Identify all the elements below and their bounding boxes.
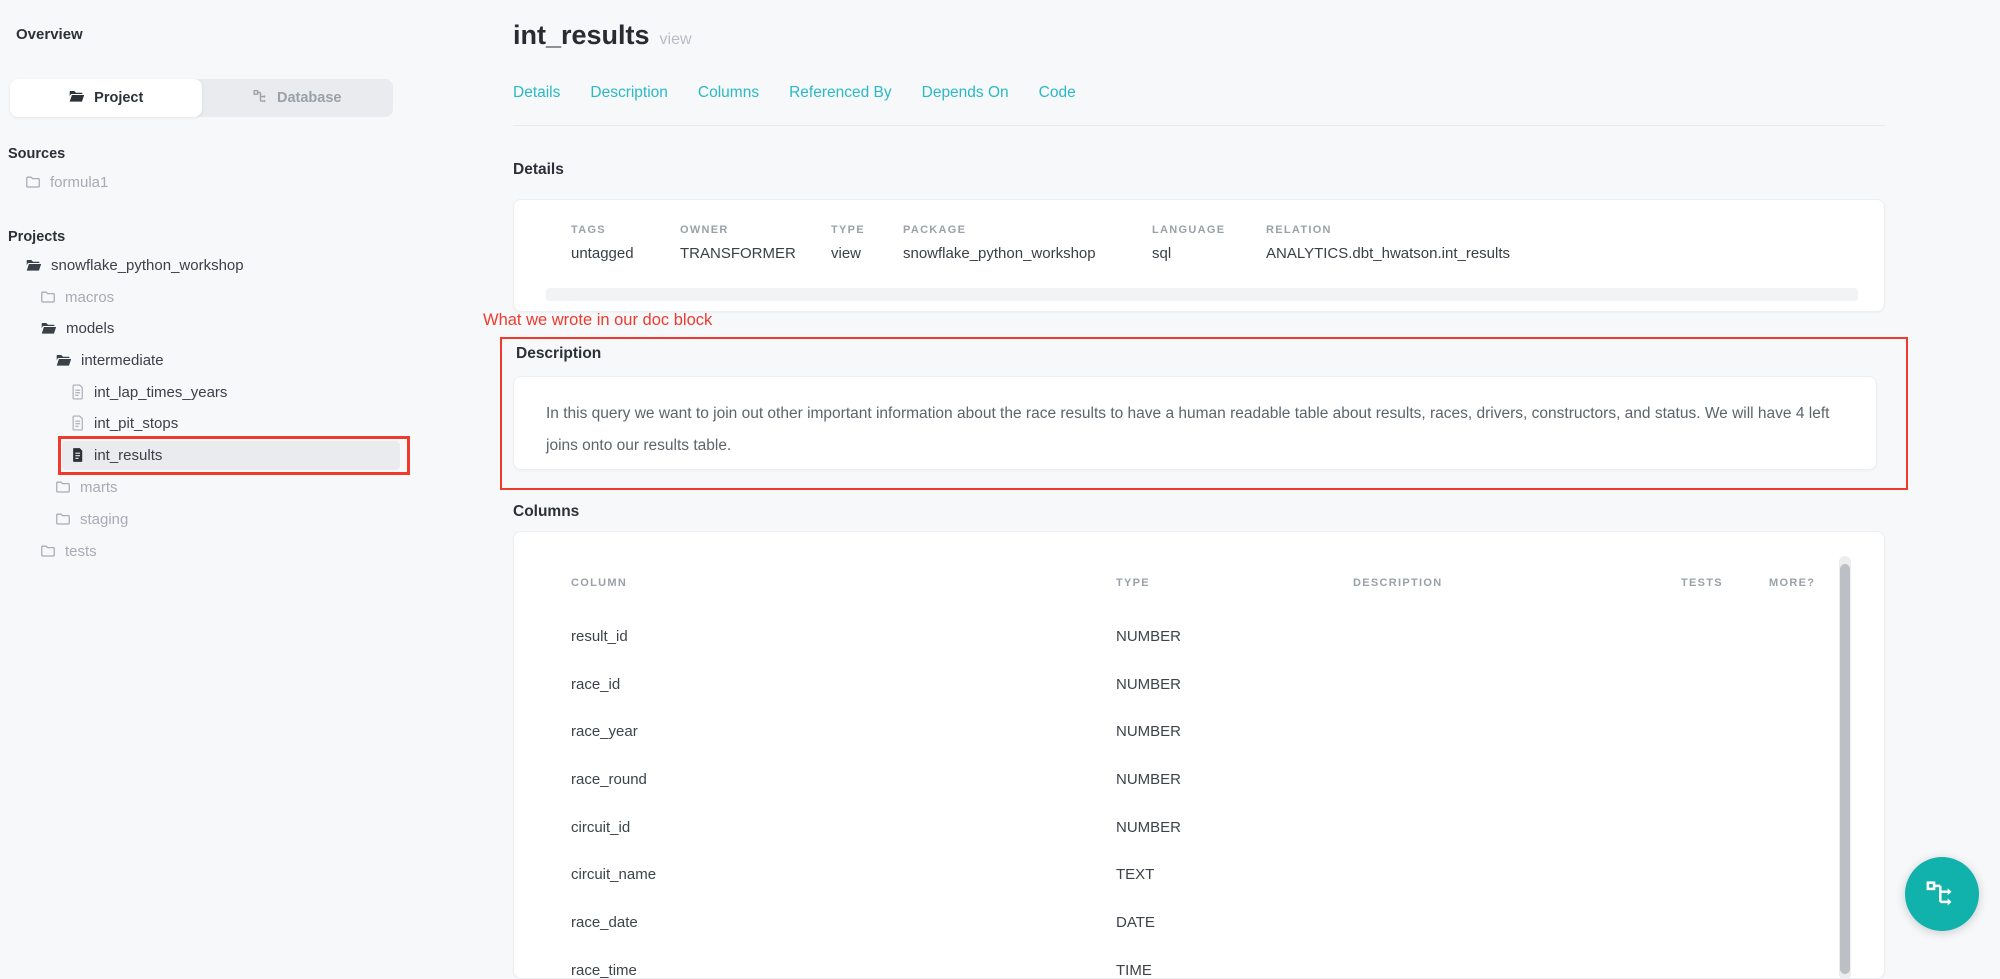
folder-open-icon <box>25 257 42 274</box>
folder-open-icon <box>40 320 57 337</box>
column-header-type: TYPE <box>1116 577 1150 589</box>
projects-section-label: Projects <box>8 229 65 245</box>
tree-item-label: macros <box>65 289 114 306</box>
database-tree-icon <box>253 89 268 108</box>
details-section-heading: Details <box>513 161 564 179</box>
folder-icon <box>55 511 71 527</box>
toggle-project-button[interactable]: Project <box>10 79 202 117</box>
tab-description[interactable]: Description <box>590 84 668 102</box>
file-filled-icon <box>70 447 85 463</box>
folder-icon <box>25 174 41 190</box>
sidebar-item-formula1[interactable]: formula1 <box>25 169 108 195</box>
table-row-column-type: TEXT <box>1116 866 1154 883</box>
table-row-column-name[interactable]: race_round <box>571 771 647 788</box>
table-row-column-type: NUMBER <box>1116 628 1181 645</box>
details-collapsed-strip <box>546 288 1858 301</box>
tab-code[interactable]: Code <box>1039 84 1076 102</box>
file-icon <box>70 384 85 400</box>
table-row-column-name[interactable]: race_id <box>571 676 620 693</box>
tab-bar: Details Description Columns Referenced B… <box>513 84 1076 102</box>
lineage-graph-icon <box>1925 878 1959 910</box>
tree-item-label: int_lap_times_years <box>94 384 227 401</box>
columns-section-heading: Columns <box>513 503 579 521</box>
table-row-column-type: NUMBER <box>1116 771 1181 788</box>
tree-item-label: int_results <box>94 447 162 464</box>
detail-field-language: LANGUAGEsql <box>1152 224 1225 262</box>
detail-field-type: TYPEview <box>831 224 865 262</box>
tree-item-int-pit-stops[interactable]: int_pit_stops <box>70 410 178 436</box>
table-row-column-name[interactable]: circuit_name <box>571 866 656 883</box>
tree-item-label: marts <box>80 479 118 496</box>
details-card: TAGSuntagged OWNERTRANSFORMER TYPEview P… <box>513 199 1885 312</box>
view-toggle: Project Database <box>10 79 393 117</box>
toggle-database-label: Database <box>277 90 341 106</box>
table-row-column-type: NUMBER <box>1116 676 1181 693</box>
tree-item-int-results[interactable]: int_results <box>70 442 162 468</box>
folder-icon <box>40 543 56 559</box>
folder-open-icon <box>68 88 85 109</box>
tree-item-label: tests <box>65 543 97 560</box>
tree-item-models[interactable]: models <box>40 315 114 341</box>
tab-columns[interactable]: Columns <box>698 84 759 102</box>
description-text: In this query we want to join out other … <box>546 398 1846 462</box>
table-row-column-type: NUMBER <box>1116 723 1181 740</box>
tab-divider <box>513 125 1885 126</box>
detail-field-package: PACKAGEsnowflake_python_workshop <box>903 224 1096 262</box>
tab-depends-on[interactable]: Depends On <box>922 84 1009 102</box>
sources-section-label: Sources <box>8 146 65 162</box>
folder-icon <box>55 479 71 495</box>
tree-item-marts[interactable]: marts <box>55 474 118 500</box>
toggle-database-button[interactable]: Database <box>202 79 394 117</box>
tree-item-staging[interactable]: staging <box>55 506 128 532</box>
file-icon <box>70 415 85 431</box>
tree-item-label: staging <box>80 511 128 528</box>
tree-item-label: snowflake_python_workshop <box>51 257 244 274</box>
tree-item-intermediate[interactable]: intermediate <box>55 347 164 373</box>
doc-block-annotation-text: What we wrote in our doc block <box>483 311 712 330</box>
tree-item-label: intermediate <box>81 352 164 369</box>
table-row-column-type: DATE <box>1116 914 1155 931</box>
column-header-description: DESCRIPTION <box>1353 577 1442 589</box>
source-label: formula1 <box>50 174 108 191</box>
table-row-column-name[interactable]: circuit_id <box>571 819 630 836</box>
folder-open-icon <box>55 352 72 369</box>
tree-item-tests[interactable]: tests <box>40 538 97 564</box>
folder-icon <box>40 289 56 305</box>
tree-item-snowflake-python-workshop[interactable]: snowflake_python_workshop <box>25 252 244 278</box>
toggle-project-label: Project <box>94 90 143 106</box>
lineage-graph-button[interactable] <box>1905 857 1979 931</box>
detail-field-owner: OWNERTRANSFORMER <box>680 224 796 262</box>
table-row-column-name[interactable]: result_id <box>571 628 628 645</box>
overview-link[interactable]: Overview <box>16 26 83 43</box>
tree-item-label: models <box>66 320 114 337</box>
page-title: int_resultsview <box>513 20 692 51</box>
column-header-tests: TESTS <box>1681 577 1723 589</box>
tree-item-macros[interactable]: macros <box>40 284 114 310</box>
tab-referenced-by[interactable]: Referenced By <box>789 84 892 102</box>
table-row-column-name[interactable]: race_date <box>571 914 638 931</box>
model-type-subtitle: view <box>660 31 692 48</box>
description-section-heading: Description <box>516 345 601 363</box>
table-row-column-name[interactable]: race_time <box>571 962 637 979</box>
table-scrollbar-track[interactable] <box>1839 556 1851 979</box>
detail-field-relation: RELATIONANALYTICS.dbt_hwatson.int_result… <box>1266 224 1510 262</box>
tab-details[interactable]: Details <box>513 84 560 102</box>
tree-item-int-lap-times-years[interactable]: int_lap_times_years <box>70 379 227 405</box>
column-header-more: MORE? <box>1769 577 1815 589</box>
table-scrollbar-thumb[interactable] <box>1840 564 1850 974</box>
columns-table: COLUMN TYPE DESCRIPTION TESTS MORE? resu… <box>513 531 1885 979</box>
table-row-column-type: TIME <box>1116 962 1152 979</box>
tree-item-label: int_pit_stops <box>94 415 178 432</box>
table-row-column-type: NUMBER <box>1116 819 1181 836</box>
column-header-column: COLUMN <box>571 577 627 589</box>
description-card: In this query we want to join out other … <box>513 376 1877 470</box>
detail-field-tags: TAGSuntagged <box>571 224 634 262</box>
table-row-column-name[interactable]: race_year <box>571 723 638 740</box>
